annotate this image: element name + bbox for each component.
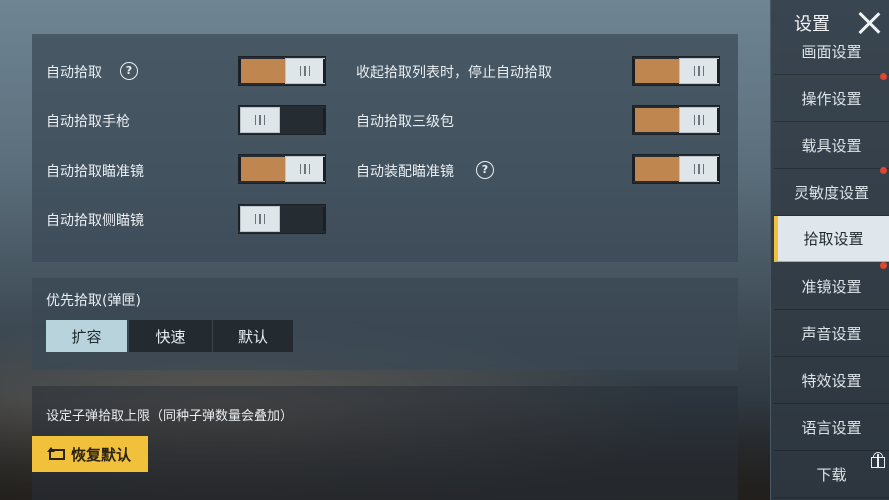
auto-equip-scope-toggle[interactable]	[632, 154, 720, 184]
priority-option-quick[interactable]: 快速	[129, 320, 213, 352]
sidebar-item-sensitivity[interactable]: 灵敏度设置	[774, 170, 889, 216]
ammo-limit-title: 设定子弹拾取上限（同种子弹数量会叠加）	[46, 409, 294, 424]
restore-icon	[46, 446, 65, 460]
auto-pickup-scope-toggle[interactable]	[238, 154, 326, 184]
auto-pickup-side-scope-label: 自动拾取侧瞄镜	[46, 213, 144, 229]
sidebar-item-language[interactable]: 语言设置	[774, 405, 889, 451]
sidebar-item-graphics[interactable]: 画面设置	[774, 29, 889, 75]
sidebar-item-vehicle[interactable]: 载具设置	[774, 123, 889, 169]
auto-pickup-pistol-label: 自动拾取手枪	[46, 114, 130, 130]
restore-default-button[interactable]: 恢复默认	[32, 436, 148, 472]
help-icon[interactable]: ?	[120, 62, 138, 80]
toggle-knob	[679, 107, 719, 133]
auto-pickup-scope-label: 自动拾取瞄准镜	[46, 164, 144, 180]
auto-pickup-pistol-toggle[interactable]	[238, 105, 326, 135]
sidebar-item-controls[interactable]: 操作设置	[774, 76, 889, 122]
sidebar-item-pickup[interactable]: 拾取设置	[774, 216, 889, 262]
sidebar-item-scope[interactable]: 准镜设置	[774, 264, 889, 310]
auto-equip-scope-label: 自动装配瞄准镜	[356, 164, 454, 180]
stop-auto-pickup-label: 收起拾取列表时，停止自动拾取	[356, 65, 552, 81]
help-icon[interactable]: ?	[476, 161, 494, 179]
auto-pickup-level3-bag-label: 自动拾取三级包	[356, 114, 454, 130]
gift-icon[interactable]	[870, 452, 886, 468]
toggle-knob	[285, 58, 325, 84]
toggle-knob	[285, 156, 325, 182]
toggle-knob	[679, 58, 719, 84]
priority-pickup-title: 优先拾取(弹匣)	[46, 293, 141, 309]
toggle-knob	[679, 156, 719, 182]
auto-pickup-toggle[interactable]	[238, 56, 326, 86]
restore-default-label: 恢复默认	[70, 445, 131, 464]
sidebar-item-effects[interactable]: 特效设置	[774, 358, 889, 404]
priority-option-extended[interactable]: 扩容	[46, 320, 128, 352]
toggle-knob	[240, 206, 280, 232]
priority-option-default[interactable]: 默认	[213, 320, 293, 352]
auto-pickup-level3-bag-toggle[interactable]	[632, 105, 720, 135]
toggle-knob	[240, 107, 280, 133]
stop-auto-pickup-toggle[interactable]	[632, 56, 720, 86]
auto-pickup-side-scope-toggle[interactable]	[238, 204, 326, 234]
auto-pickup-label: 自动拾取	[46, 65, 102, 81]
sidebar-item-audio[interactable]: 声音设置	[774, 311, 889, 357]
